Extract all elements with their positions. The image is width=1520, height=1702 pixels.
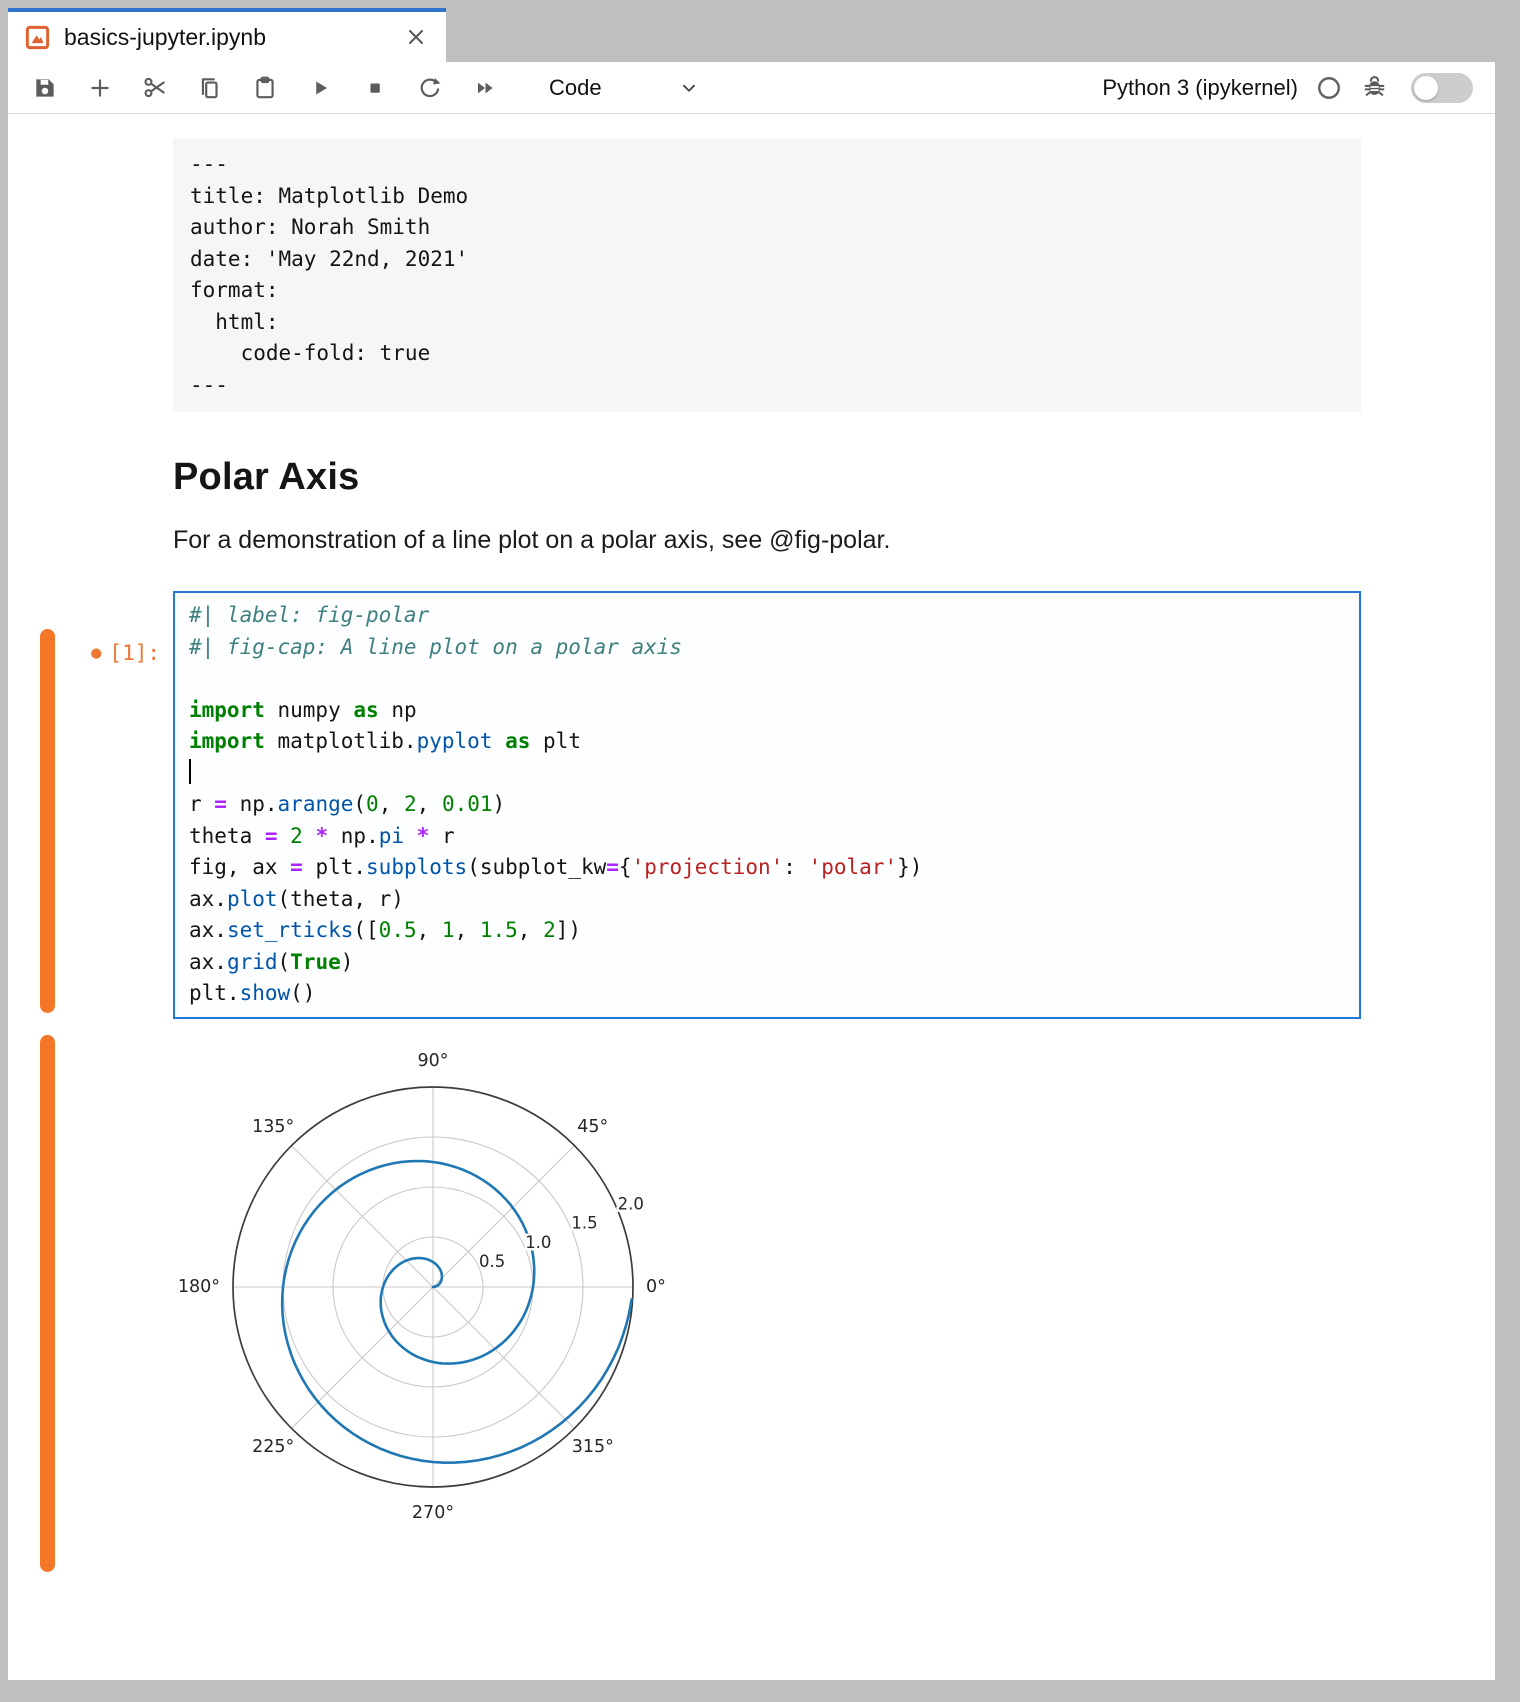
simple-mode-toggle[interactable] <box>1411 73 1473 103</box>
interrupt-button[interactable] <box>362 75 388 101</box>
notebook-toolbar: Code Python 3 (ipykernel) <box>8 62 1495 114</box>
svg-text:0°: 0° <box>646 1277 666 1297</box>
svg-text:1.0: 1.0 <box>525 1232 551 1251</box>
output-cell-row: 0° 45° 90° 135° 180° 225° 270° 315° 0.5 1.0 1.5 2.0 <box>8 1033 1495 1576</box>
svg-text:1.5: 1.5 <box>571 1213 597 1232</box>
svg-text:2.0: 2.0 <box>618 1194 644 1213</box>
debugger-bug-icon[interactable] <box>1362 75 1387 100</box>
cell-collapser[interactable] <box>40 629 55 1013</box>
jupyterlab-window: basics-jupyter.ipynb <box>8 8 1495 1680</box>
paste-button[interactable] <box>252 75 278 101</box>
notebook-tab[interactable]: basics-jupyter.ipynb <box>8 8 446 62</box>
execution-prompt: ●[1]: <box>8 641 160 665</box>
svg-text:270°: 270° <box>412 1503 454 1523</box>
cell-type-dropdown[interactable]: Code <box>549 75 700 101</box>
cell-type-value: Code <box>549 75 602 101</box>
cell-output: 0° 45° 90° 135° 180° 225° 270° 315° 0.5 1.0 1.5 2.0 <box>173 1033 1361 1546</box>
modified-dot: ● <box>91 643 101 663</box>
output-collapser[interactable] <box>40 1035 55 1572</box>
markdown-paragraph: For a demonstration of a line plot on a … <box>173 526 1361 555</box>
tab-bar: basics-jupyter.ipynb <box>8 8 1495 62</box>
tab-title: basics-jupyter.ipynb <box>64 24 266 51</box>
svg-text:45°: 45° <box>577 1117 608 1137</box>
svg-text:90°: 90° <box>417 1051 448 1071</box>
page-title: Polar Axis <box>173 456 1361 499</box>
notebook-file-icon <box>24 24 51 51</box>
run-button[interactable] <box>307 75 333 101</box>
cut-button[interactable] <box>142 75 168 101</box>
tab-close-icon[interactable] <box>404 25 428 49</box>
copy-button[interactable] <box>197 75 223 101</box>
code-cell-row: ●[1]: #| label: fig-polar#| fig-cap: A l… <box>8 591 1495 1019</box>
polar-chart: 0° 45° 90° 135° 180° 225° 270° 315° 0.5 1.0 1.5 2.0 <box>173 1033 693 1541</box>
restart-button[interactable] <box>417 75 443 101</box>
save-button[interactable] <box>32 75 58 101</box>
markdown-cell-row: Polar Axis For a demonstration of a line… <box>8 456 1495 555</box>
kernel-name[interactable]: Python 3 (ipykernel) <box>1102 75 1298 101</box>
raw-cell-content[interactable]: ---title: Matplotlib Demoauthor: Norah S… <box>173 138 1361 412</box>
notebook-content: ---title: Matplotlib Demoauthor: Norah S… <box>8 114 1495 1680</box>
svg-text:0.5: 0.5 <box>479 1252 505 1271</box>
add-cell-button[interactable] <box>87 75 113 101</box>
svg-text:180°: 180° <box>178 1277 220 1297</box>
svg-text:225°: 225° <box>252 1436 294 1456</box>
toggle-knob <box>1414 76 1438 100</box>
svg-text:315°: 315° <box>572 1436 614 1456</box>
run-all-button[interactable] <box>472 75 498 101</box>
kernel-status-icon <box>1316 75 1342 101</box>
chevron-down-icon <box>678 77 700 99</box>
raw-cell-row: ---title: Matplotlib Demoauthor: Norah S… <box>8 138 1495 412</box>
svg-text:135°: 135° <box>252 1117 294 1137</box>
code-cell-content[interactable]: #| label: fig-polar#| fig-cap: A line pl… <box>173 591 1361 1019</box>
